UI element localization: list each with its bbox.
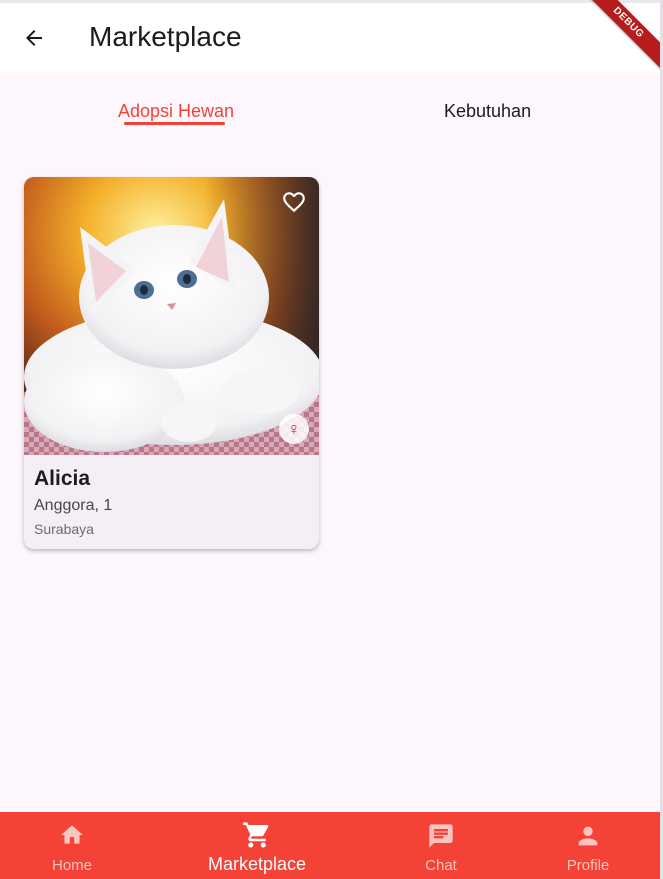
pet-card[interactable]: ♀ Alicia Anggora, 1 Surabaya (24, 177, 319, 549)
tab-bar: Adopsi Hewan Kebutuhan (0, 72, 663, 142)
pet-photo (24, 177, 319, 455)
nav-chat-label: Chat (425, 857, 457, 874)
shopping-cart-icon (243, 822, 269, 848)
nav-profile-label: Profile (566, 857, 610, 874)
nav-home-label: Home (51, 857, 92, 874)
active-tab-indicator (124, 122, 225, 125)
female-icon: ♀ (279, 414, 309, 444)
person-icon (578, 826, 598, 846)
bottom-navigation: Home Marketplace Chat Profile (0, 812, 660, 879)
heart-outline-icon (283, 192, 305, 213)
favorite-button[interactable] (279, 188, 309, 216)
page-title: Marketplace (89, 21, 242, 52)
back-button[interactable] (18, 22, 50, 54)
arrow-left-icon (26, 30, 42, 46)
nav-profile[interactable]: Profile (538, 812, 638, 879)
nav-marketplace-label: Marketplace (207, 854, 307, 874)
nav-chat[interactable]: Chat (391, 812, 491, 879)
chat-icon (429, 824, 453, 848)
nav-marketplace[interactable]: Marketplace (196, 812, 318, 879)
pet-name: Alicia (34, 467, 91, 490)
nav-home[interactable]: Home (22, 812, 122, 879)
home-icon (61, 825, 83, 844)
pet-breed-age: Anggora, 1 (34, 497, 113, 514)
pet-city: Surabaya (34, 521, 94, 537)
tab-kebutuhan[interactable]: Kebutuhan (444, 100, 531, 122)
tab-adopsi-hewan[interactable]: Adopsi Hewan (118, 100, 234, 122)
app-bar: Marketplace (0, 3, 663, 72)
